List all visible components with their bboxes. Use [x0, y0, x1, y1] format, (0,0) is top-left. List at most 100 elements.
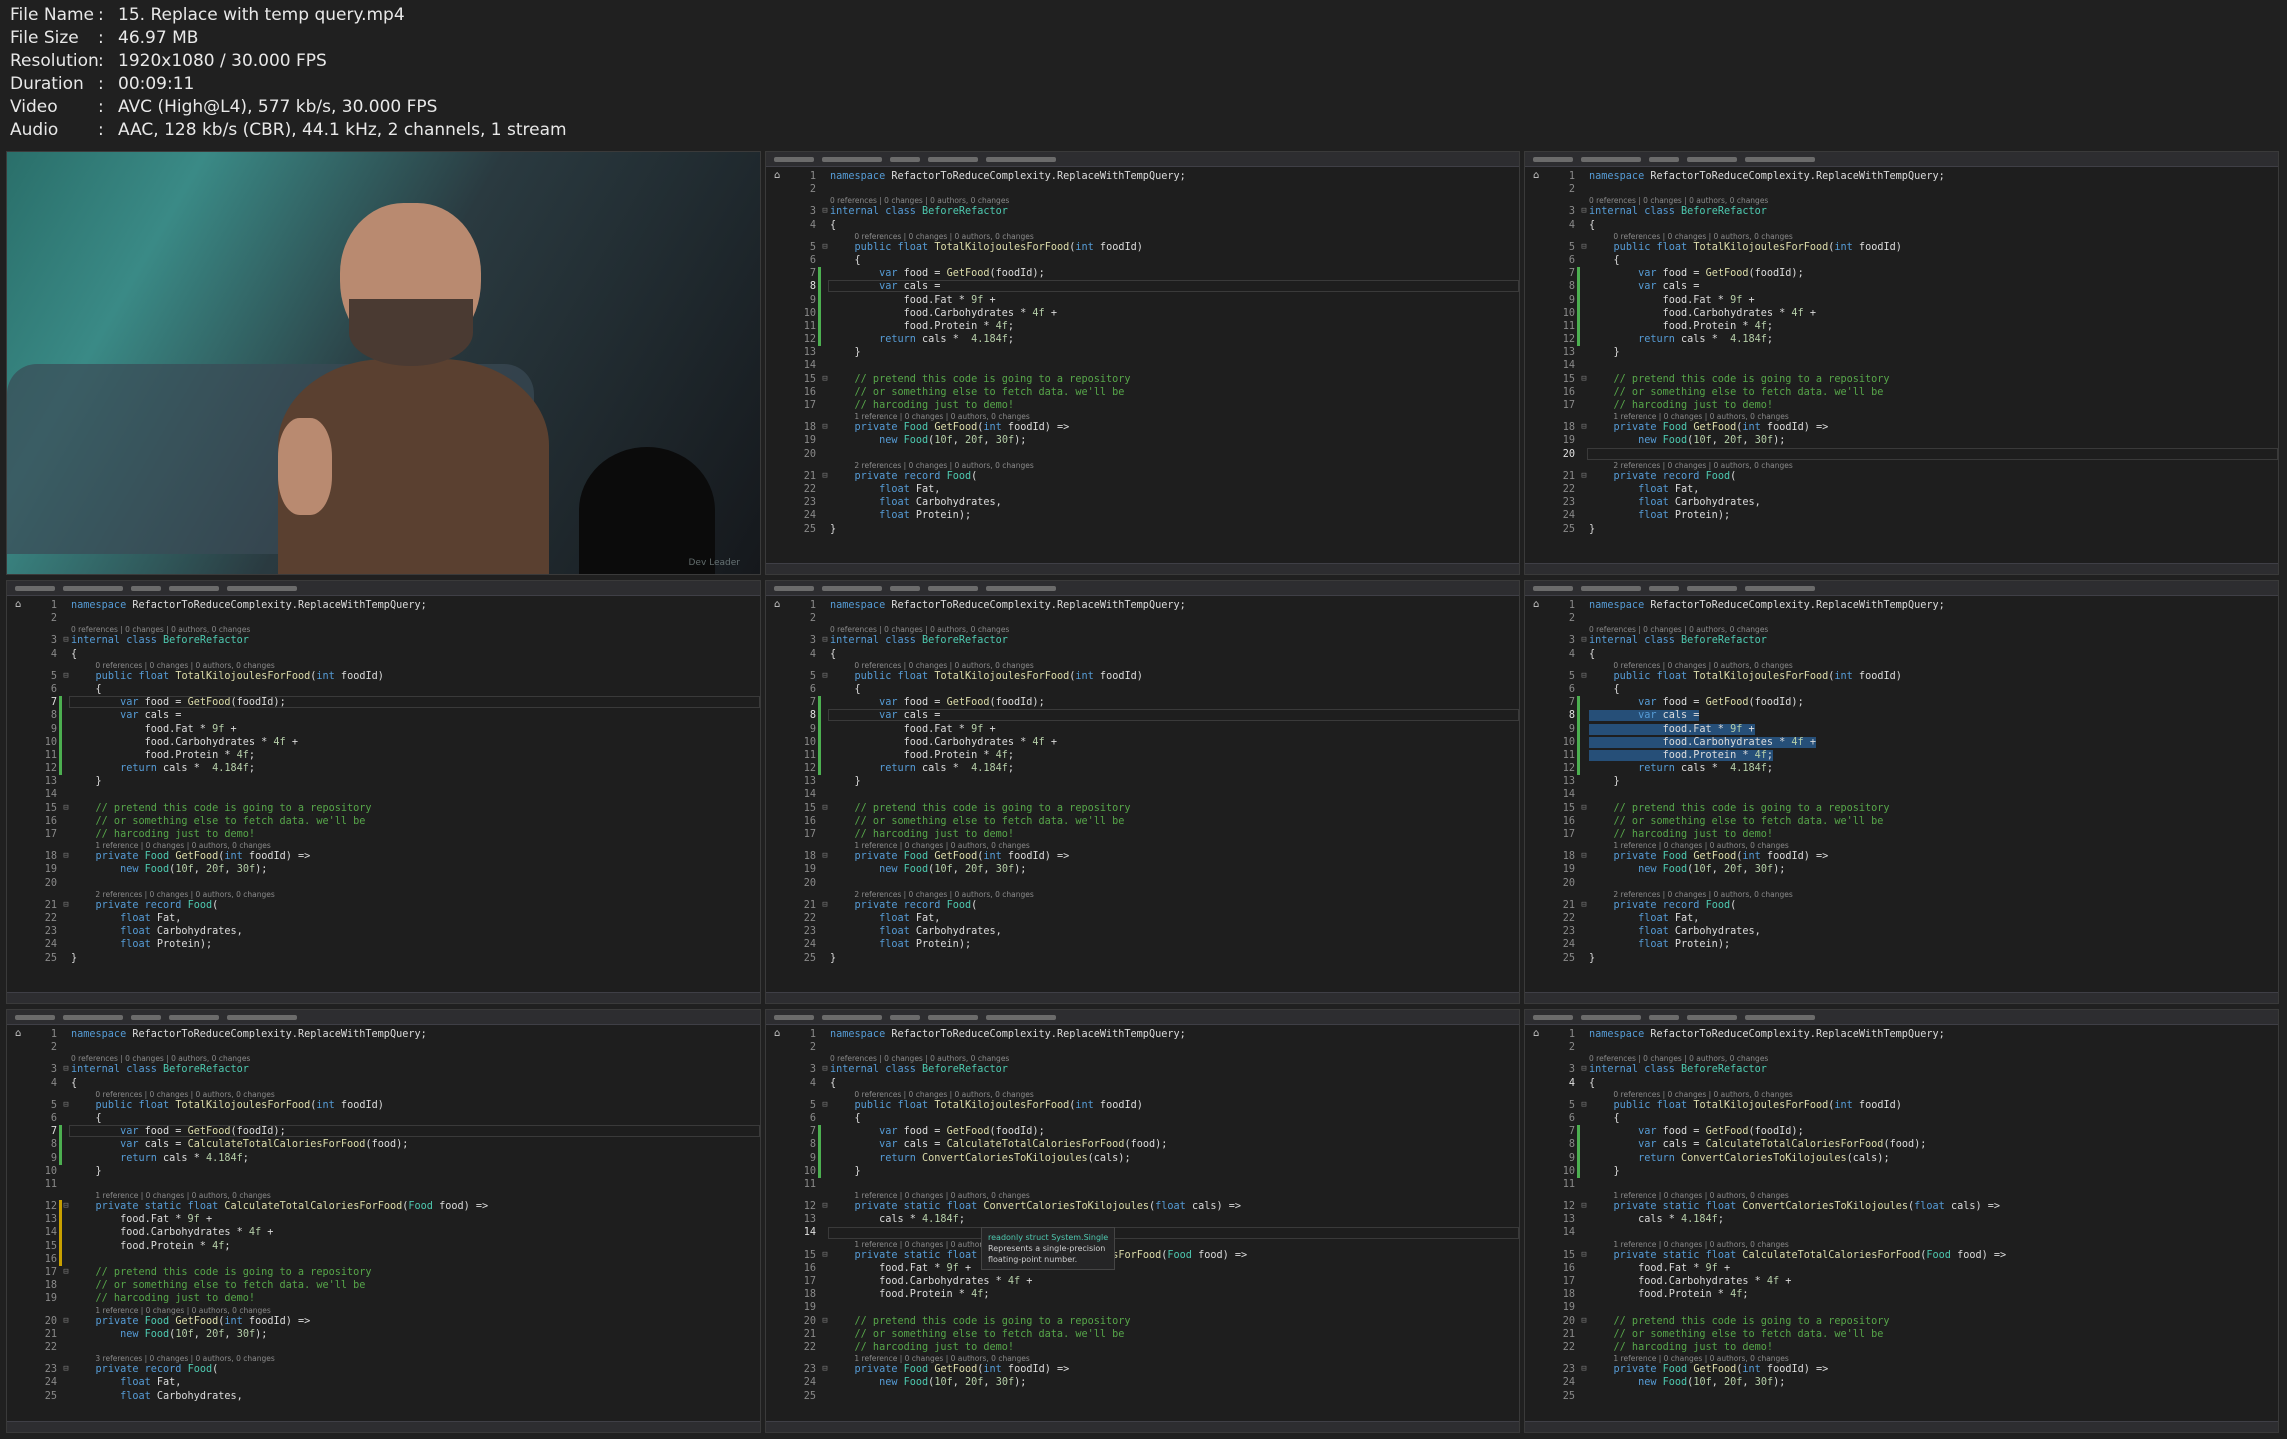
codelens-annotation[interactable]: 0 references | 0 changes | 0 authors, 0 … [794, 232, 1519, 241]
code-line[interactable]: 1 namespace RefactorToReduceComplexity.Re… [794, 1028, 1519, 1041]
code-line[interactable]: 2 [1553, 183, 2278, 196]
code-line[interactable]: 4{ [794, 648, 1519, 661]
fold-toggle-icon[interactable]: ⊟ [1579, 1200, 1589, 1213]
code-line[interactable]: 19 new Food(10f, 20f, 30f); [1553, 434, 2278, 447]
code-line[interactable]: 15 ⊟ // pretend this code is going to a r… [794, 802, 1519, 815]
codelens-annotation[interactable]: 0 references | 0 changes | 0 authors, 0 … [1553, 1054, 2278, 1063]
fold-toggle-icon[interactable]: ⊟ [1579, 670, 1589, 683]
code-line[interactable]: 10 food.Carbohydrates * 4f + [794, 736, 1519, 749]
codelens-annotation[interactable]: 2 references | 0 changes | 0 authors, 0 … [1553, 461, 2278, 470]
codelens-annotation[interactable]: 2 references | 0 changes | 0 authors, 0 … [1553, 890, 2278, 899]
code-line[interactable]: 19 new Food(10f, 20f, 30f); [1553, 863, 2278, 876]
code-line[interactable]: 24 new Food(10f, 20f, 30f); [1553, 1376, 2278, 1389]
code-line[interactable]: 1 namespace RefactorToReduceComplexity.Re… [1553, 170, 2278, 183]
code-line[interactable]: 2 [1553, 612, 2278, 625]
code-editor[interactable]: 1 namespace RefactorToReduceComplexity.Re… [794, 1028, 1519, 1420]
fold-toggle-icon[interactable]: ⊟ [61, 1200, 71, 1213]
code-line[interactable]: 19 new Food(10f, 20f, 30f); [794, 434, 1519, 447]
code-line[interactable]: 4{ [1553, 219, 2278, 232]
code-line[interactable]: 12 ⊟ private static float ConvertCalories… [1553, 1200, 2278, 1213]
code-line[interactable]: 25 [1553, 1390, 2278, 1403]
code-line[interactable]: 5 ⊟ public float TotalKilojoulesForFood(i… [794, 241, 1519, 254]
code-line[interactable]: 3 ⊟ internal class BeforeRefactor [1553, 634, 2278, 647]
code-line[interactable]: 3 ⊟ internal class BeforeRefactor [35, 634, 760, 647]
code-line[interactable]: 13 } [1553, 775, 2278, 788]
code-line[interactable]: 20 [1553, 877, 2278, 890]
fold-toggle-icon[interactable]: ⊟ [1579, 1099, 1589, 1112]
code-line[interactable]: 5 ⊟ public float TotalKilojoulesForFood(i… [1553, 670, 2278, 683]
code-line[interactable]: 24 float Protein); [794, 938, 1519, 951]
codelens-annotation[interactable]: 0 references | 0 changes | 0 authors, 0 … [35, 661, 760, 670]
code-line[interactable]: 2 [35, 1041, 760, 1054]
code-line[interactable]: 6 { [1553, 254, 2278, 267]
code-line[interactable]: 11 food.Protein * 4f; [35, 749, 760, 762]
code-line[interactable]: 16 // or something else to fetch data. w… [794, 815, 1519, 828]
code-line[interactable]: 9 food.Fat * 9f + [35, 723, 760, 736]
code-line[interactable]: 16 food.Fat * 9f + [794, 1262, 1519, 1275]
code-line[interactable]: 19 // harcoding just to demo! [35, 1292, 760, 1305]
codelens-annotation[interactable]: 0 references | 0 changes | 0 authors, 0 … [794, 1054, 1519, 1063]
codelens-annotation[interactable]: 0 references | 0 changes | 0 authors, 0 … [1553, 661, 2278, 670]
code-line[interactable]: 3 ⊟ internal class BeforeRefactor [1553, 1063, 2278, 1076]
code-line[interactable]: 23 ⊟ private Food GetFood(int foodId) => [1553, 1363, 2278, 1376]
code-line[interactable]: 16 [35, 1253, 760, 1266]
code-line[interactable]: 10 food.Carbohydrates * 4f + [1553, 736, 2278, 749]
code-line[interactable]: 19 new Food(10f, 20f, 30f); [794, 863, 1519, 876]
code-line[interactable]: 21 ⊟ private record Food( [35, 899, 760, 912]
code-line[interactable]: 16 food.Fat * 9f + [1553, 1262, 2278, 1275]
code-line[interactable]: 15 ⊟ private static float CalculateTotalC… [1553, 1249, 2278, 1262]
codelens-annotation[interactable]: 1 reference | 0 changes | 0 authors, 0 c… [1553, 841, 2278, 850]
code-line[interactable]: 16 // or something else to fetch data. w… [1553, 815, 2278, 828]
code-line[interactable]: 5 ⊟ public float TotalKilojoulesForFood(i… [794, 670, 1519, 683]
code-line[interactable]: 23 ⊟ private record Food( [35, 1363, 760, 1376]
codelens-annotation[interactable]: 2 references | 0 changes | 0 authors, 0 … [794, 461, 1519, 470]
code-line[interactable]: 14 food.Carbohydrates * 4f + [35, 1226, 760, 1239]
fold-toggle-icon[interactable]: ⊟ [820, 670, 830, 683]
code-line[interactable]: 25 float Carbohydrates, [35, 1390, 760, 1403]
code-line[interactable]: 17 // harcoding just to demo! [1553, 828, 2278, 841]
code-line[interactable]: 10 } [794, 1165, 1519, 1178]
code-line[interactable]: 19 [794, 1301, 1519, 1314]
code-line[interactable]: 24 float Protein); [1553, 938, 2278, 951]
fold-toggle-icon[interactable]: ⊟ [61, 899, 71, 912]
code-line[interactable]: 23 float Carbohydrates, [35, 925, 760, 938]
code-line[interactable]: 7 var food = GetFood(foodId); [794, 267, 1519, 280]
code-line[interactable]: 4{ [35, 1077, 760, 1090]
code-line[interactable]: 11 [35, 1178, 760, 1191]
codelens-annotation[interactable]: 0 references | 0 changes | 0 authors, 0 … [794, 1090, 1519, 1099]
fold-toggle-icon[interactable]: ⊟ [61, 1315, 71, 1328]
code-line[interactable]: 20 [35, 877, 760, 890]
code-line[interactable]: 14 [1553, 788, 2278, 801]
code-line[interactable]: 12 ⊟ private static float CalculateTotalC… [35, 1200, 760, 1213]
code-line[interactable]: 21 ⊟ private record Food( [1553, 470, 2278, 483]
code-line[interactable]: 10 food.Carbohydrates * 4f + [794, 307, 1519, 320]
code-line[interactable]: 10 } [1553, 1165, 2278, 1178]
codelens-annotation[interactable]: 0 references | 0 changes | 0 authors, 0 … [35, 1090, 760, 1099]
code-line[interactable]: 25} [1553, 523, 2278, 536]
code-line[interactable]: 1 namespace RefactorToReduceComplexity.Re… [794, 599, 1519, 612]
code-line[interactable]: 12 return cals * 4.184f; [1553, 762, 2278, 775]
code-line[interactable]: 1 namespace RefactorToReduceComplexity.Re… [35, 1028, 760, 1041]
code-editor[interactable]: 1 namespace RefactorToReduceComplexity.Re… [1553, 599, 2278, 991]
code-line[interactable]: 9 food.Fat * 9f + [1553, 723, 2278, 736]
code-line[interactable]: 11 food.Protein * 4f; [1553, 749, 2278, 762]
code-line[interactable]: 20 ⊟ // pretend this code is going to a r… [794, 1315, 1519, 1328]
codelens-annotation[interactable]: 2 references | 0 changes | 0 authors, 0 … [35, 890, 760, 899]
fold-toggle-icon[interactable]: ⊟ [820, 850, 830, 863]
codelens-annotation[interactable]: 1 reference | 0 changes | 0 authors, 0 c… [794, 1240, 1519, 1249]
code-line[interactable]: 23 ⊟ private Food GetFood(int foodId) => [794, 1363, 1519, 1376]
code-line[interactable]: 22 float Fat, [794, 483, 1519, 496]
code-line[interactable]: 25 [794, 1390, 1519, 1403]
codelens-annotation[interactable]: 0 references | 0 changes | 0 authors, 0 … [1553, 232, 2278, 241]
code-line[interactable]: 17 // harcoding just to demo! [1553, 399, 2278, 412]
code-editor[interactable]: 1 namespace RefactorToReduceComplexity.Re… [794, 599, 1519, 991]
code-line[interactable]: 23 float Carbohydrates, [794, 925, 1519, 938]
codelens-annotation[interactable]: 1 reference | 0 changes | 0 authors, 0 c… [794, 1354, 1519, 1363]
fold-toggle-icon[interactable]: ⊟ [1579, 241, 1589, 254]
code-line[interactable]: 9 food.Fat * 9f + [794, 294, 1519, 307]
codelens-annotation[interactable]: 1 reference | 0 changes | 0 authors, 0 c… [794, 412, 1519, 421]
codelens-annotation[interactable]: 1 reference | 0 changes | 0 authors, 0 c… [794, 841, 1519, 850]
fold-toggle-icon[interactable]: ⊟ [61, 1099, 71, 1112]
code-line[interactable]: 8 var cals = CalculateTotalCaloriesForFo… [35, 1138, 760, 1151]
code-line[interactable]: 24 float Fat, [35, 1376, 760, 1389]
